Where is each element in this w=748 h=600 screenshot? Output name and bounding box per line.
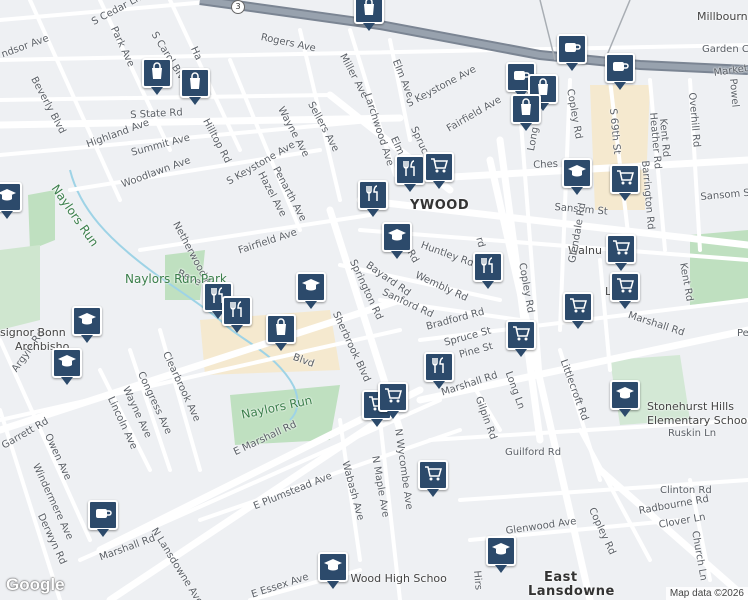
graduation-cap-icon (57, 351, 77, 375)
grocery-marker[interactable] (418, 460, 448, 500)
shopping-cart-icon (615, 275, 635, 299)
restaurant-marker[interactable] (395, 155, 425, 195)
school-marker[interactable] (0, 182, 22, 222)
grocery-marker[interactable] (610, 272, 640, 312)
shop-marker[interactable] (142, 58, 172, 98)
school-marker[interactable] (72, 306, 102, 346)
graduation-cap-icon (491, 539, 511, 563)
school-marker[interactable] (318, 552, 348, 592)
shopping-cart-icon (429, 155, 449, 179)
graduation-cap-icon (77, 309, 97, 333)
grocery-marker[interactable] (506, 320, 536, 360)
shopping-bag-icon (271, 317, 291, 341)
cafe-marker[interactable] (557, 34, 587, 74)
shopping-cart-icon (383, 385, 403, 409)
graduation-cap-icon (0, 185, 17, 209)
coffee-cup-icon (562, 37, 582, 61)
restaurant-marker[interactable] (358, 180, 388, 220)
utensils-icon (478, 255, 498, 279)
grocery-marker[interactable] (378, 382, 408, 422)
restaurant-marker[interactable] (222, 296, 252, 336)
grocery-marker[interactable] (563, 292, 593, 332)
cafe-marker[interactable] (605, 53, 635, 93)
utensils-icon (400, 158, 420, 182)
cafe-marker[interactable] (88, 500, 118, 540)
shop-marker[interactable] (180, 68, 210, 108)
map-data-attribution[interactable]: Map data ©2026 (665, 587, 748, 600)
restaurant-marker[interactable] (473, 252, 503, 292)
grocery-marker[interactable] (610, 164, 640, 204)
utensils-icon (363, 183, 383, 207)
route-shield: 3 (231, 0, 245, 14)
school-marker[interactable] (296, 272, 326, 312)
shopping-bag-icon (185, 71, 205, 95)
coffee-cup-icon (610, 56, 630, 80)
shop-marker[interactable] (354, 0, 384, 34)
grocery-marker[interactable] (606, 234, 636, 274)
graduation-cap-icon (323, 555, 343, 579)
utensils-icon (227, 299, 247, 323)
shopping-cart-icon (615, 167, 635, 191)
graduation-cap-icon (567, 161, 587, 185)
shopping-cart-icon (611, 237, 631, 261)
shopping-bag-icon (516, 97, 536, 121)
school-marker[interactable] (52, 348, 82, 388)
school-marker[interactable] (486, 536, 516, 576)
shopping-cart-icon (423, 463, 443, 487)
shop-marker[interactable] (266, 314, 296, 354)
graduation-cap-icon (301, 275, 321, 299)
graduation-cap-icon (615, 383, 635, 407)
shopping-cart-icon (568, 295, 588, 319)
coffee-cup-icon (93, 503, 113, 527)
shop-marker[interactable] (511, 94, 541, 134)
shopping-cart-icon (511, 323, 531, 347)
graduation-cap-icon (387, 225, 407, 249)
school-marker[interactable] (382, 222, 412, 262)
utensils-icon (429, 355, 449, 379)
google-logo[interactable]: Google (6, 575, 65, 595)
shopping-bag-icon (147, 61, 167, 85)
map-canvas[interactable]: 3 S Cedar Ln ndsor Ave Park Ave S Carol … (0, 0, 748, 600)
restaurant-marker[interactable] (424, 352, 454, 392)
school-marker[interactable] (562, 158, 592, 198)
school-marker[interactable] (610, 380, 640, 420)
grocery-marker[interactable] (424, 152, 454, 192)
shopping-bag-icon (359, 0, 379, 21)
